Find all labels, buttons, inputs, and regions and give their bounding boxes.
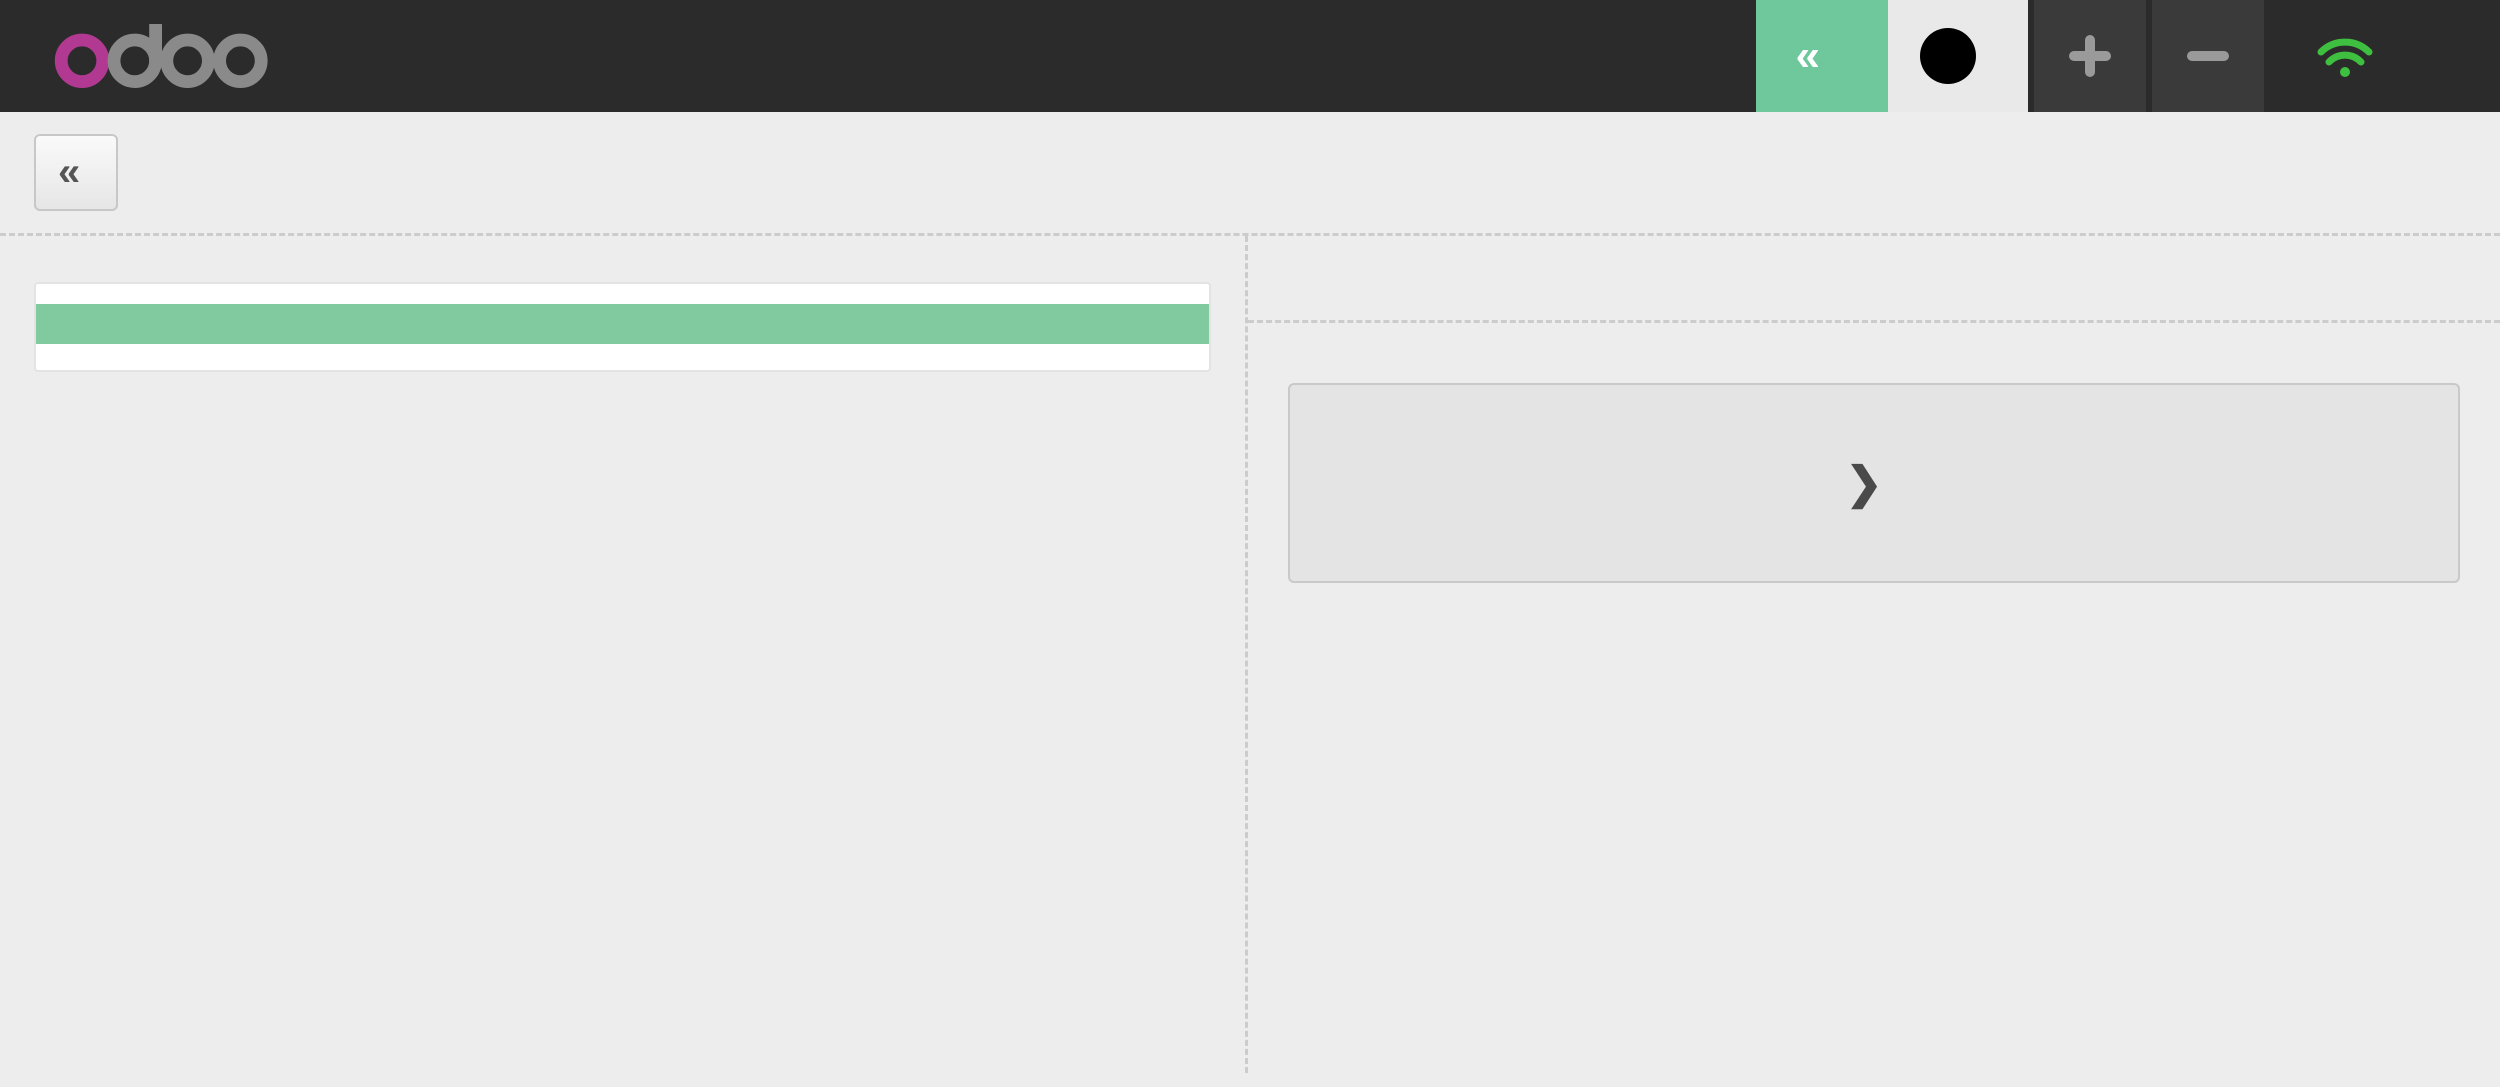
add-order-button[interactable] [2034, 0, 2146, 112]
sub-header: « [0, 112, 2500, 236]
summary-panel: ❯ [1245, 236, 2500, 1073]
minus-icon [2186, 34, 2230, 78]
remove-order-button[interactable] [2152, 0, 2264, 112]
order-lines-panel [0, 236, 1245, 1073]
order-count-badge [1920, 28, 1976, 84]
order-lines-list [36, 304, 1209, 344]
top-bar: « [0, 0, 2500, 112]
payment-button[interactable]: ❯ [1288, 383, 2460, 583]
chevron-right-icon: ❯ [1846, 458, 1883, 509]
order-lines-card [34, 282, 1211, 372]
floor-table-button[interactable]: « [1756, 0, 1888, 112]
wifi-icon [2317, 34, 2373, 78]
chevron-left-icon: « [58, 150, 80, 195]
back-button[interactable]: « [34, 134, 118, 211]
user-name[interactable] [1716, 0, 1756, 112]
split-total [1248, 236, 2500, 323]
plus-icon [2068, 34, 2112, 78]
connection-status [2270, 0, 2420, 112]
logo-svg [22, 24, 302, 88]
main-area: ❯ [0, 236, 2500, 1073]
order-chip[interactable] [1888, 0, 2028, 112]
close-button[interactable] [2420, 0, 2500, 112]
odoo-logo [0, 0, 302, 112]
chevron-left-icon: « [1796, 34, 1820, 78]
